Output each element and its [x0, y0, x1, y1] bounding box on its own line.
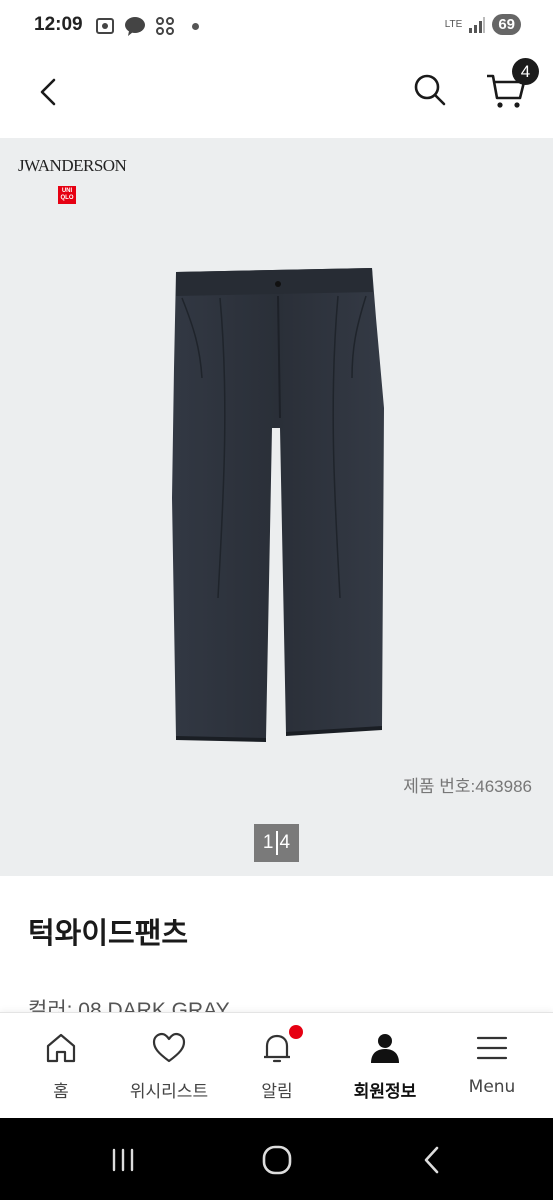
nav-item-notifications[interactable]: 알림: [222, 1013, 332, 1119]
uniqlo-logo: UNI QLO: [58, 186, 76, 204]
system-back-icon[interactable]: [413, 1140, 453, 1180]
menu-icon: [476, 1036, 508, 1060]
system-nav-bar: [0, 1118, 553, 1200]
nav-item-wishlist[interactable]: 위시리스트: [114, 1013, 224, 1119]
pager-separator: [275, 831, 278, 855]
product-info: 턱와이드팬츠 컬러: 08 DARK GRAY: [0, 876, 553, 1016]
pager-current: 1: [262, 832, 274, 853]
talk-icon: [125, 17, 145, 36]
nav-label-home: 홈: [53, 1082, 69, 1102]
nav-label-menu: Menu: [468, 1077, 516, 1097]
bottom-nav: 홈 위시리스트 알림 회원정보 Menu: [0, 1012, 553, 1118]
status-right: LTE 69: [445, 14, 521, 35]
signal-icon: [469, 16, 486, 33]
status-bar: 12:09 LTE 69: [0, 0, 553, 52]
heart-icon: [152, 1032, 186, 1063]
home-icon: [46, 1033, 76, 1063]
more-notifications-dot: [192, 22, 199, 30]
search-icon[interactable]: [410, 70, 450, 110]
product-name: 턱와이드팬츠: [28, 916, 189, 950]
cart-count-badge: 4: [512, 58, 539, 85]
product-image-carousel[interactable]: JWANDERSON UNI QLO 제품 번호:463986 1 4: [0, 138, 553, 876]
pager-total: 4: [279, 832, 291, 853]
nav-label-wishlist: 위시리스트: [129, 1082, 209, 1102]
status-time: 12:09: [34, 14, 83, 35]
brand-logo: JWANDERSON: [18, 156, 127, 175]
notification-dot: [289, 1025, 303, 1039]
user-icon: [371, 1034, 399, 1063]
nav-label-notifications: 알림: [261, 1082, 293, 1102]
nav-item-home[interactable]: 홈: [6, 1013, 116, 1119]
product-image: [172, 268, 384, 742]
notification-icons: [94, 15, 199, 37]
home-circle-icon[interactable]: [257, 1140, 297, 1180]
nav-item-menu[interactable]: Menu: [437, 1013, 547, 1119]
product-number: 제품 번호:463986: [403, 777, 532, 796]
app-header: 4: [0, 52, 553, 138]
app-grid-icon: [156, 17, 174, 35]
back-arrow-icon[interactable]: [30, 72, 70, 112]
nav-item-member-info[interactable]: 회원정보: [330, 1013, 440, 1119]
image-pager: 1 4: [254, 824, 299, 862]
battery-level: 69: [492, 14, 521, 35]
recent-apps-icon[interactable]: [103, 1140, 143, 1180]
nav-label-member-info: 회원정보: [353, 1082, 417, 1102]
network-type: LTE: [444, 18, 463, 30]
screenshot-icon: [96, 18, 114, 34]
